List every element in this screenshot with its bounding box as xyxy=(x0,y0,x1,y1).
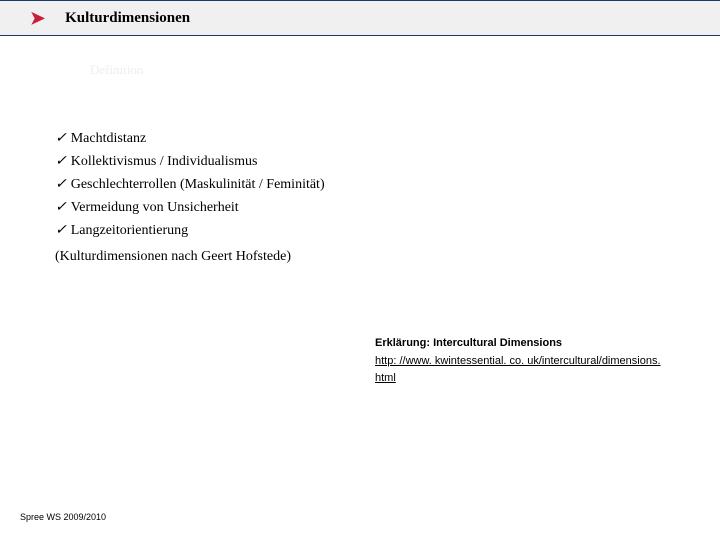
link-block: Erklärung: Intercultural Dimensions http… xyxy=(375,335,690,388)
check-icon: ✓ xyxy=(55,222,67,239)
link-label: Erklärung: Intercultural Dimensions xyxy=(375,335,690,353)
check-icon: ✓ xyxy=(55,130,67,147)
source-citation: (Kulturdimensionen nach Geert Hofstede) xyxy=(55,249,325,265)
link-url[interactable]: http: //www. kwintessential. co. uk/inte… xyxy=(375,355,661,367)
list-item-text: Machtdistanz xyxy=(71,131,146,147)
list-item-text: Geschlechterrollen (Maskulinität / Femin… xyxy=(71,177,325,193)
page-title: Kulturdimensionen xyxy=(65,10,190,27)
list-item-text: Vermeidung von Unsicherheit xyxy=(71,200,239,216)
check-icon: ✓ xyxy=(55,199,67,216)
list-item: ✓ Langzeitorientierung xyxy=(55,222,325,239)
list-item: ✓ Kollektivismus / Individualismus xyxy=(55,153,325,170)
check-icon: ✓ xyxy=(55,153,67,170)
header-bar: ➤ Kulturdimensionen xyxy=(0,0,720,36)
content-list: ✓ Machtdistanz ✓ Kollektivismus / Indivi… xyxy=(55,130,325,265)
list-item-text: Kollektivismus / Individualismus xyxy=(71,154,258,170)
list-item: ✓ Geschlechterrollen (Maskulinität / Fem… xyxy=(55,176,325,193)
footer-text: Spree WS 2009/2010 xyxy=(20,512,106,522)
faded-label: Definition xyxy=(90,62,143,78)
list-item: ✓ Machtdistanz xyxy=(55,130,325,147)
list-item-text: Langzeitorientierung xyxy=(71,223,188,239)
arrow-right-icon: ➤ xyxy=(30,8,45,29)
link-url[interactable]: html xyxy=(375,372,396,384)
check-icon: ✓ xyxy=(55,176,67,193)
list-item: ✓ Vermeidung von Unsicherheit xyxy=(55,199,325,216)
